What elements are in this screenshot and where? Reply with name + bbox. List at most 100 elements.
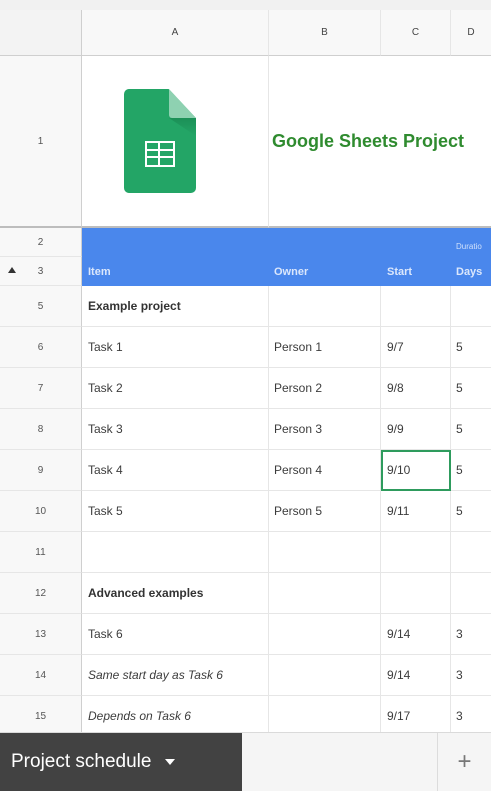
cell-start[interactable]: 9/7 [381,327,451,368]
header-days[interactable]: Days [451,257,491,286]
cell-start[interactable]: 9/11 [381,491,451,532]
selected-cell-start[interactable]: 9/10 [381,450,451,491]
cell-item[interactable]: Advanced examples [82,573,269,614]
table-row: 12 Advanced examples [0,573,491,614]
duration-label: Duratio [456,242,482,251]
cell-owner[interactable]: Person 4 [269,450,381,491]
cell-item[interactable]: Depends on Task 6 [82,696,269,732]
cell-item[interactable] [82,532,269,573]
cell-owner[interactable] [269,286,381,327]
cell-item[interactable]: Task 2 [82,368,269,409]
cell-item[interactable]: Task 5 [82,491,269,532]
row-header[interactable]: 11 [0,532,82,573]
cell-days[interactable]: 5 [451,491,491,532]
header-start[interactable]: Start [381,257,451,286]
row-header[interactable]: 3 [0,257,82,286]
cell-start[interactable]: 9/9 [381,409,451,450]
google-sheets-icon [124,89,196,193]
cell-days[interactable] [451,286,491,327]
table-row: 14 Same start day as Task 6 9/14 3 [0,655,491,696]
cell-owner[interactable] [269,532,381,573]
cell-days[interactable] [451,532,491,573]
plus-icon: + [457,748,472,775]
cell-item[interactable]: Task 6 [82,614,269,655]
cell-item[interactable]: Example project [82,286,269,327]
table-row: 15 Depends on Task 6 9/17 3 [0,696,491,732]
row-header[interactable]: 15 [0,696,82,732]
column-header-c[interactable]: C [381,10,451,56]
row-header[interactable]: 5 [0,286,82,327]
select-all-corner[interactable] [0,10,82,56]
cell-c2[interactable] [381,228,451,257]
title-row: 1 Google Sheets Project [0,56,491,228]
cell-b2[interactable] [269,228,381,257]
cell-d2[interactable]: Duratio [451,228,491,257]
table-row: 8 Task 3 Person 3 9/9 5 [0,409,491,450]
table-row: 5 Example project [0,286,491,327]
sheet-tab-project-schedule[interactable]: Project schedule [0,733,242,791]
add-sheet-button[interactable]: + [438,733,491,791]
row-header[interactable]: 10 [0,491,82,532]
cell-days[interactable]: 3 [451,655,491,696]
cell-days[interactable]: 3 [451,696,491,732]
row-number: 3 [37,265,44,277]
row-header[interactable]: 9 [0,450,82,491]
row-header[interactable]: 8 [0,409,82,450]
cell-start[interactable] [381,573,451,614]
row-number: 5 [37,300,44,312]
column-header-b[interactable]: B [269,10,381,56]
cell-start[interactable] [381,532,451,573]
cell-owner[interactable]: Person 2 [269,368,381,409]
sheet-tab-bar: Project schedule + [0,732,491,791]
cell-start[interactable]: 9/17 [381,696,451,732]
logo-cell[interactable] [82,56,269,228]
caret-down-icon[interactable] [165,759,176,765]
column-header-row: A B C D [0,10,491,56]
table-row: 6 Task 1 Person 1 9/7 5 [0,327,491,368]
table-row: 11 [0,532,491,573]
row-header[interactable]: 6 [0,327,82,368]
triangle-up-icon[interactable] [8,267,16,273]
cell-item[interactable]: Task 4 [82,450,269,491]
row-header[interactable]: 7 [0,368,82,409]
cell-start[interactable] [381,286,451,327]
cell-days[interactable] [451,573,491,614]
row-header[interactable]: 2 [0,228,82,257]
cell-days[interactable]: 5 [451,327,491,368]
cell-item[interactable]: Task 3 [82,409,269,450]
cell-item[interactable]: Same start day as Task 6 [82,655,269,696]
cell-days[interactable]: 5 [451,450,491,491]
column-header-a[interactable]: A [82,10,269,56]
table-row: 9 Task 4 Person 4 9/10 5 [0,450,491,491]
column-header-d[interactable]: D [451,10,491,56]
cell-owner[interactable]: Person 5 [269,491,381,532]
table-row: 13 Task 6 9/14 3 [0,614,491,655]
cell-owner[interactable] [269,655,381,696]
header-band-row: 2 Duratio [0,228,491,257]
cell-owner[interactable]: Person 1 [269,327,381,368]
header-item[interactable]: Item [82,257,269,286]
cell-owner[interactable] [269,696,381,732]
cell-start[interactable]: 9/14 [381,614,451,655]
cell-start[interactable]: 9/8 [381,368,451,409]
cell-days[interactable]: 5 [451,409,491,450]
row-header[interactable]: 1 [0,56,82,228]
cell-owner[interactable] [269,573,381,614]
table-row: 10 Task 5 Person 5 9/11 5 [0,491,491,532]
cell-start[interactable]: 9/14 [381,655,451,696]
spreadsheet-grid: A B C D 1 Google Sheets Project 2 Durati… [0,10,491,732]
cell-days[interactable]: 3 [451,614,491,655]
header-owner[interactable]: Owner [269,257,381,286]
cell-item[interactable]: Task 1 [82,327,269,368]
row-header[interactable]: 13 [0,614,82,655]
row-header[interactable]: 12 [0,573,82,614]
table-row: 7 Task 2 Person 2 9/8 5 [0,368,491,409]
sheet-tab-label: Project schedule [11,751,152,772]
table-header-row: 3 Item Owner Start Days [0,257,491,286]
sheet-title[interactable]: Google Sheets Project [269,56,491,228]
cell-owner[interactable] [269,614,381,655]
cell-owner[interactable]: Person 3 [269,409,381,450]
row-header[interactable]: 14 [0,655,82,696]
cell-days[interactable]: 5 [451,368,491,409]
cell-a2[interactable] [82,228,269,257]
